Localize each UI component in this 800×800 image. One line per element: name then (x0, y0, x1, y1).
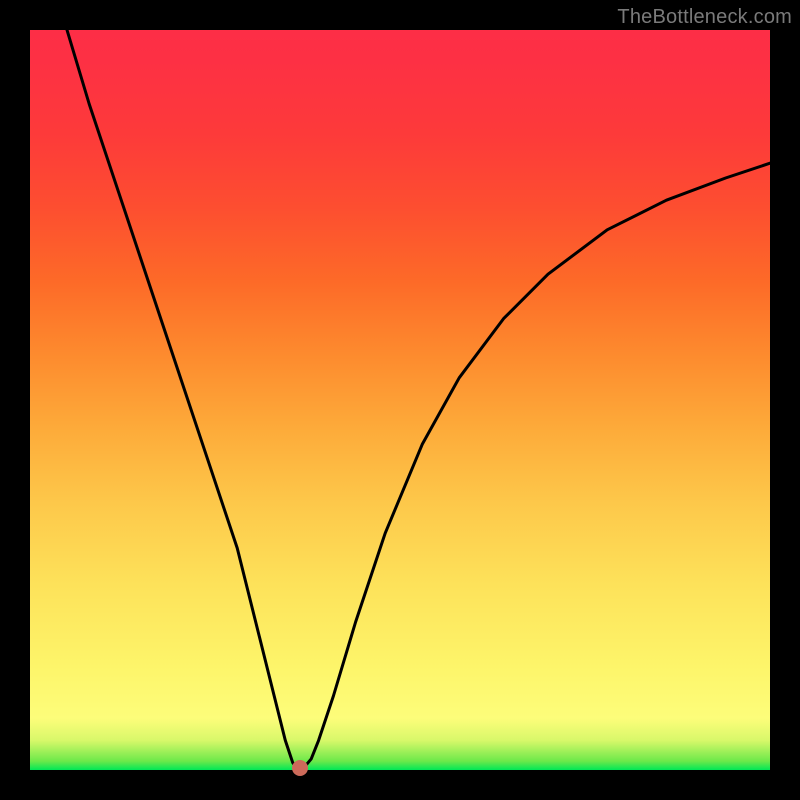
watermark-text: TheBottleneck.com (617, 6, 792, 29)
chart-frame: TheBottleneck.com (0, 0, 800, 800)
bottleneck-curve (67, 30, 770, 768)
curve-svg (30, 30, 770, 770)
plot-area (30, 30, 770, 770)
optimal-point-marker (292, 760, 308, 776)
